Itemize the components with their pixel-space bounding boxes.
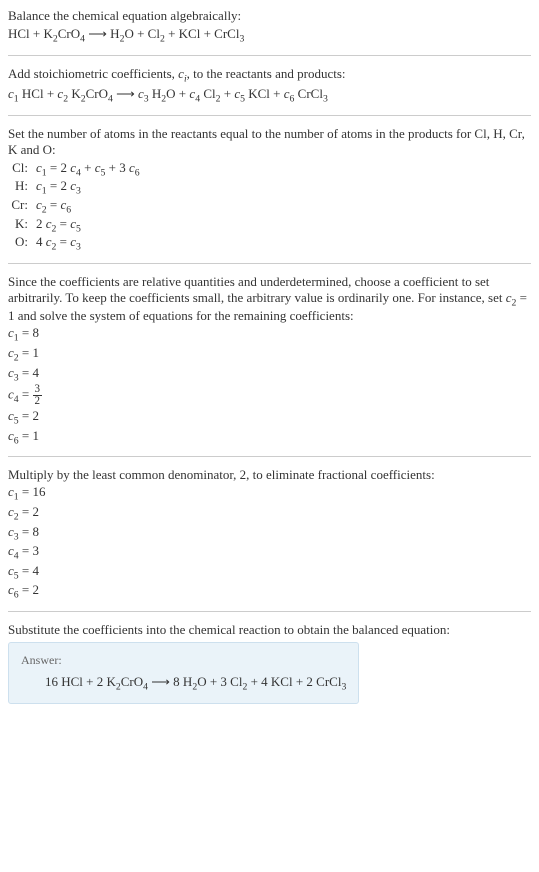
atom-label: O: <box>8 234 36 253</box>
coeff-c5: c5 = 2 <box>8 408 531 427</box>
atom-row-k: K: 2 c2 = c5 <box>8 216 140 235</box>
section-substitute: Substitute the coefficients into the che… <box>8 622 531 704</box>
multiply-title: Multiply by the least common denominator… <box>8 467 531 483</box>
atom-row-o: O: 4 c2 = c3 <box>8 234 140 253</box>
coeff-c1: c1 = 8 <box>8 325 531 344</box>
section-add-coefficients: Add stoichiometric coefficients, ci, to … <box>8 66 531 105</box>
atom-equation: 2 c2 = c5 <box>36 216 140 235</box>
coefficient-equation: c1 HCl + c2 K2CrO4 ⟶ c3 H2O + c4 Cl2 + c… <box>8 86 531 105</box>
atom-label: H: <box>8 178 36 197</box>
frac-denominator: 2 <box>33 396 43 407</box>
atom-label: Cr: <box>8 197 36 216</box>
coeff-c3-final: c3 = 8 <box>8 524 531 543</box>
answer-box: Answer: 16 HCl + 2 K2CrO4 ⟶ 8 H2O + 3 Cl… <box>8 642 359 704</box>
coeff-c2-final: c2 = 2 <box>8 504 531 523</box>
title-text-part2: , to the reactants and products: <box>187 66 346 81</box>
coeff-c4-final: c4 = 3 <box>8 543 531 562</box>
atom-label: K: <box>8 216 36 235</box>
coeff-c3: c3 = 4 <box>8 365 531 384</box>
coeff-c1-final: c1 = 16 <box>8 484 531 503</box>
atom-label: Cl: <box>8 160 36 179</box>
divider <box>8 115 531 116</box>
add-coefficients-title: Add stoichiometric coefficients, ci, to … <box>8 66 531 85</box>
divider <box>8 263 531 264</box>
coeff-c5-final: c5 = 4 <box>8 563 531 582</box>
atom-row-cl: Cl: c1 = 2 c4 + c5 + 3 c6 <box>8 160 140 179</box>
atom-row-h: H: c1 = 2 c3 <box>8 178 140 197</box>
balance-title: Balance the chemical equation algebraica… <box>8 8 531 24</box>
coeff-c6-final: c6 = 2 <box>8 582 531 601</box>
substitute-title: Substitute the coefficients into the che… <box>8 622 531 638</box>
coeff-c2: c2 = 1 <box>8 345 531 364</box>
coeff-c4: c4 = 32 <box>8 384 531 407</box>
coeff-c6: c6 = 1 <box>8 428 531 447</box>
section-balance-intro: Balance the chemical equation algebraica… <box>8 8 531 45</box>
divider <box>8 456 531 457</box>
atom-equation: c1 = 2 c3 <box>36 178 140 197</box>
atom-row-cr: Cr: c2 = c6 <box>8 197 140 216</box>
answer-label: Answer: <box>21 653 346 668</box>
divider <box>8 55 531 56</box>
title-text-part1: Add stoichiometric coefficients, <box>8 66 178 81</box>
atom-equation: c2 = c6 <box>36 197 140 216</box>
section-atom-equations: Set the number of atoms in the reactants… <box>8 126 531 253</box>
divider <box>8 611 531 612</box>
section-multiply: Multiply by the least common denominator… <box>8 467 531 601</box>
atom-equation: c1 = 2 c4 + c5 + 3 c6 <box>36 160 140 179</box>
atom-equation: 4 c2 = c3 <box>36 234 140 253</box>
atoms-table: Cl: c1 = 2 c4 + c5 + 3 c6 H: c1 = 2 c3 C… <box>8 160 140 253</box>
atom-equations-title: Set the number of atoms in the reactants… <box>8 126 531 158</box>
section-solve: Since the coefficients are relative quan… <box>8 274 531 447</box>
balanced-equation: 16 HCl + 2 K2CrO4 ⟶ 8 H2O + 3 Cl2 + 4 KC… <box>21 674 346 693</box>
starting-equation: HCl + K2CrO4 ⟶ H2O + Cl2 + KCl + CrCl3 <box>8 26 531 45</box>
solve-title: Since the coefficients are relative quan… <box>8 274 531 325</box>
